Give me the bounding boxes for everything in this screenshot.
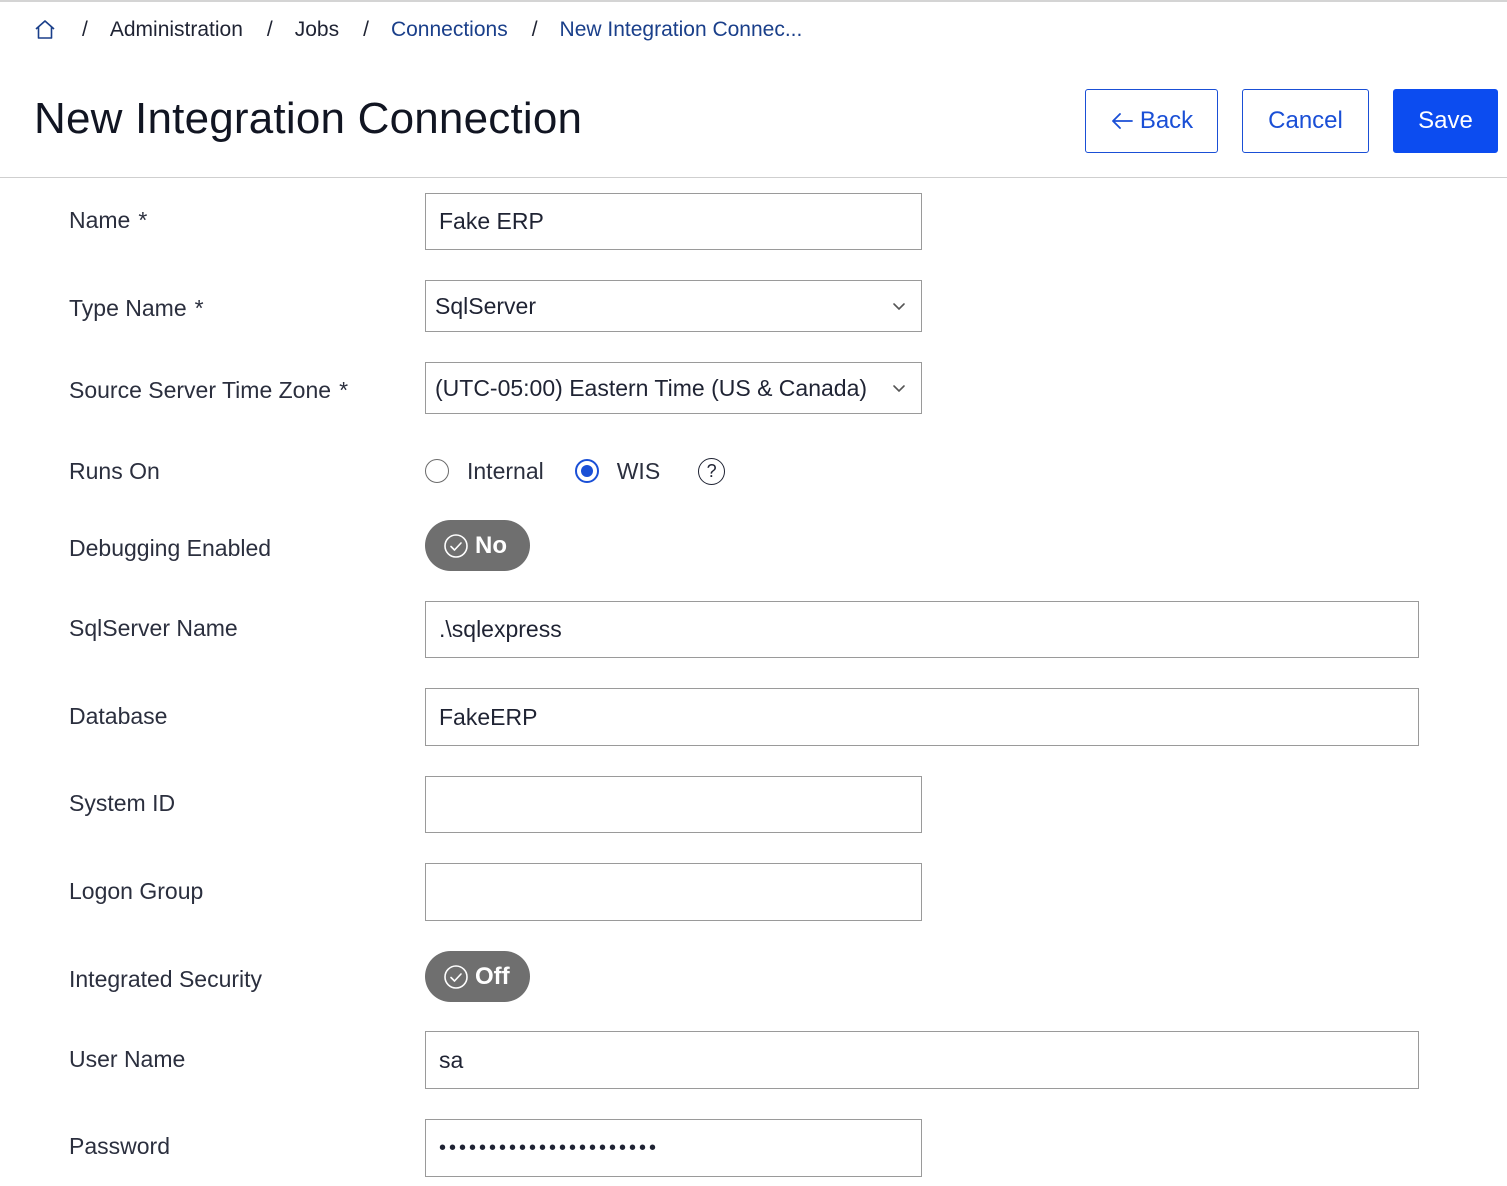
logon-group-label: Logon Group bbox=[69, 878, 204, 904]
system-id-label: System ID bbox=[69, 790, 176, 816]
password-label: Password bbox=[69, 1133, 170, 1159]
breadcrumb-separator: / bbox=[266, 18, 273, 41]
integrated-security-toggle[interactable]: Off bbox=[425, 951, 530, 1002]
type-name-label: Type Name * bbox=[69, 295, 204, 322]
type-name-value: SqlServer bbox=[435, 292, 536, 319]
breadcrumb-jobs[interactable]: Jobs bbox=[295, 18, 339, 42]
page-title: New Integration Connection bbox=[34, 94, 583, 143]
time-zone-value: (UTC-05:00) Eastern Time (US & Canada) bbox=[435, 374, 868, 401]
sqlserver-name-input[interactable]: .\sqlexpress bbox=[425, 601, 1419, 658]
debugging-label: Debugging Enabled bbox=[69, 535, 272, 561]
name-label-text: Name bbox=[69, 207, 131, 233]
header-divider bbox=[0, 177, 1507, 178]
integrated-security-toggle-label: Off bbox=[475, 962, 510, 990]
time-zone-label-text: Source Server Time Zone bbox=[69, 377, 332, 403]
radio-internal[interactable] bbox=[425, 459, 449, 483]
name-input[interactable]: Fake ERP bbox=[425, 193, 922, 250]
top-border bbox=[0, 0, 1507, 2]
radio-wis[interactable] bbox=[574, 459, 599, 483]
help-icon[interactable]: ? bbox=[698, 457, 726, 485]
sqlserver-name-label: SqlServer Name bbox=[69, 615, 238, 641]
runs-on-label: Runs On bbox=[69, 458, 160, 484]
breadcrumb-separator: / bbox=[531, 18, 538, 41]
breadcrumb-separator: / bbox=[82, 18, 88, 41]
type-name-label-text: Type Name bbox=[69, 295, 187, 321]
check-circle-icon bbox=[444, 533, 468, 558]
required-marker: * bbox=[138, 207, 148, 233]
logon-group-input[interactable] bbox=[425, 863, 922, 921]
system-id-input[interactable] bbox=[425, 776, 922, 833]
cancel-button[interactable]: Cancel bbox=[1242, 89, 1369, 153]
breadcrumb-connections[interactable]: Connections bbox=[391, 18, 508, 42]
back-button[interactable]: Back bbox=[1085, 89, 1218, 153]
time-zone-select[interactable]: (UTC-05:00) Eastern Time (US & Canada) bbox=[425, 362, 922, 414]
required-marker: * bbox=[194, 295, 204, 321]
time-zone-label: Source Server Time Zone * bbox=[69, 377, 348, 404]
integrated-security-label: Integrated Security bbox=[69, 966, 263, 992]
arrow-left-icon bbox=[1111, 113, 1133, 129]
breadcrumb-separator: / bbox=[363, 18, 369, 41]
radio-internal-label[interactable]: Internal bbox=[467, 458, 544, 485]
debugging-toggle[interactable]: No bbox=[425, 520, 530, 571]
chevron-down-icon bbox=[893, 385, 905, 393]
password-input[interactable]: •••••••••••••••••••••• bbox=[425, 1119, 922, 1177]
back-button-label: Back bbox=[1139, 107, 1194, 134]
database-label: Database bbox=[69, 703, 168, 729]
chevron-down-icon bbox=[893, 303, 905, 311]
type-name-select[interactable]: SqlServer bbox=[425, 280, 922, 332]
save-button-label: Save bbox=[1418, 107, 1473, 134]
save-button[interactable]: Save bbox=[1393, 89, 1498, 153]
runs-on-radio-group: Internal WIS ? bbox=[425, 455, 726, 487]
breadcrumb-administration[interactable]: Administration bbox=[110, 18, 243, 42]
database-input[interactable]: FakeERP bbox=[425, 688, 1419, 746]
check-circle-icon bbox=[444, 964, 468, 989]
required-marker: * bbox=[339, 377, 349, 403]
breadcrumb: / Administration / Jobs / Connections / … bbox=[32, 14, 802, 46]
cancel-button-label: Cancel bbox=[1268, 107, 1343, 134]
user-name-input[interactable]: sa bbox=[425, 1031, 1419, 1089]
name-label: Name * bbox=[69, 207, 147, 234]
home-icon[interactable] bbox=[32, 17, 58, 43]
debugging-toggle-label: No bbox=[475, 531, 507, 559]
breadcrumb-current: New Integration Connec... bbox=[559, 18, 803, 41]
radio-wis-label[interactable]: WIS bbox=[617, 458, 660, 485]
user-name-label: User Name bbox=[69, 1046, 186, 1072]
